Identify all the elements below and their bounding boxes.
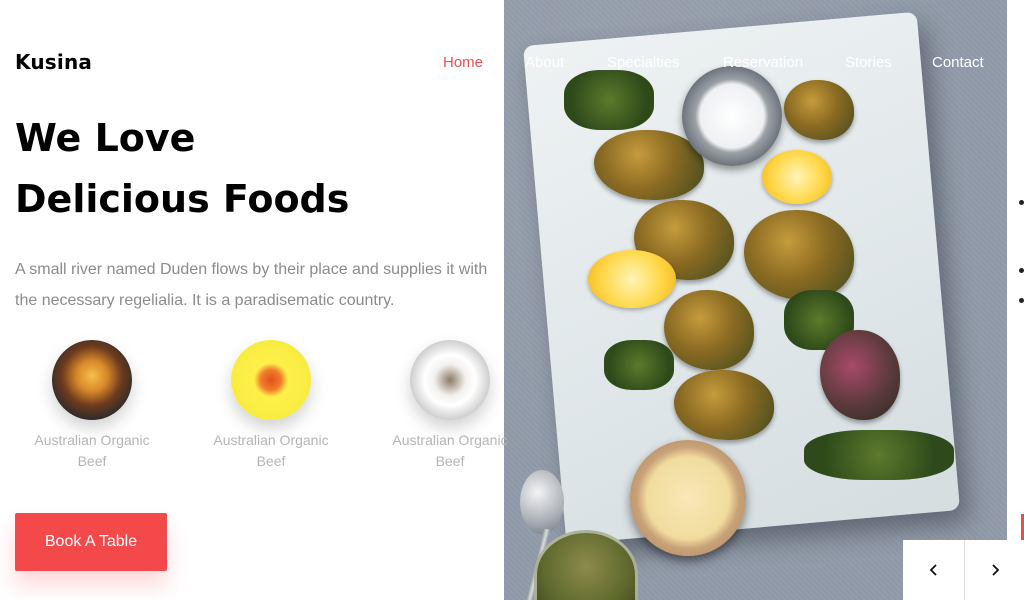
book-table-button[interactable]: Book A Table	[15, 513, 167, 571]
dish-name-line: Australian Organic	[34, 432, 150, 448]
dish-item[interactable]: Australian Organic Beef	[191, 340, 351, 472]
lemon-wedge	[762, 150, 832, 204]
fritter	[784, 80, 854, 140]
dish-name: Australian Organic Beef	[191, 430, 351, 472]
peek-dot	[1019, 268, 1024, 273]
hero-headline: We Love Delicious Foods	[15, 108, 495, 230]
spoon	[520, 470, 564, 534]
hero-food-photo	[504, 0, 1007, 600]
main-nav: Home About Specialties Reservation Stori…	[0, 54, 1024, 74]
dish-name-line: Australian Organic	[392, 432, 508, 448]
dish-name-line: Australian Organic	[213, 432, 329, 448]
mayo-bowl	[630, 440, 746, 556]
chevron-right-icon	[992, 564, 1000, 576]
dish-thumbnail[interactable]	[231, 340, 311, 420]
fried-greens	[804, 430, 954, 480]
nav-home[interactable]: Home	[443, 54, 483, 71]
dish-item[interactable]: Australian Organic Beef	[12, 340, 172, 472]
caper-jar	[534, 530, 638, 600]
slider-next-button[interactable]	[964, 540, 1024, 600]
salt-bowl	[682, 66, 782, 166]
chevron-left-icon	[929, 564, 937, 576]
description-line-1: A small river named Duden flows by their…	[15, 261, 488, 278]
dish-name-line: Beef	[77, 453, 107, 469]
dish-thumbnail[interactable]	[410, 340, 490, 420]
headline-line-2: Delicious Foods	[15, 177, 350, 221]
dish-name: Australian Organic Beef	[12, 430, 172, 472]
peek-dot	[1019, 200, 1024, 205]
dish-name-line: Beef	[435, 453, 465, 469]
dish-name: Australian Organic Beef	[370, 430, 530, 472]
slider-prev-button[interactable]	[903, 540, 964, 600]
fried-greens	[564, 70, 654, 130]
dish-item[interactable]: Australian Organic Beef	[370, 340, 530, 472]
lemon-wedge	[588, 250, 676, 308]
headline-line-1: We Love	[15, 116, 196, 160]
peek-dot	[1019, 298, 1024, 303]
description-line-2: the necessary regelialia. It is a paradi…	[15, 292, 395, 309]
nav-stories[interactable]: Stories	[845, 54, 892, 71]
dish-name-line: Beef	[256, 453, 286, 469]
fried-greens	[604, 340, 674, 390]
hero-description: A small river named Duden flows by their…	[15, 254, 560, 316]
nav-about[interactable]: About	[525, 54, 564, 71]
nav-contact[interactable]: Contact	[932, 54, 984, 71]
nav-reservation[interactable]: Reservation	[723, 54, 803, 71]
nav-specialties[interactable]: Specialties	[607, 54, 680, 71]
dish-thumbnail[interactable]	[52, 340, 132, 420]
